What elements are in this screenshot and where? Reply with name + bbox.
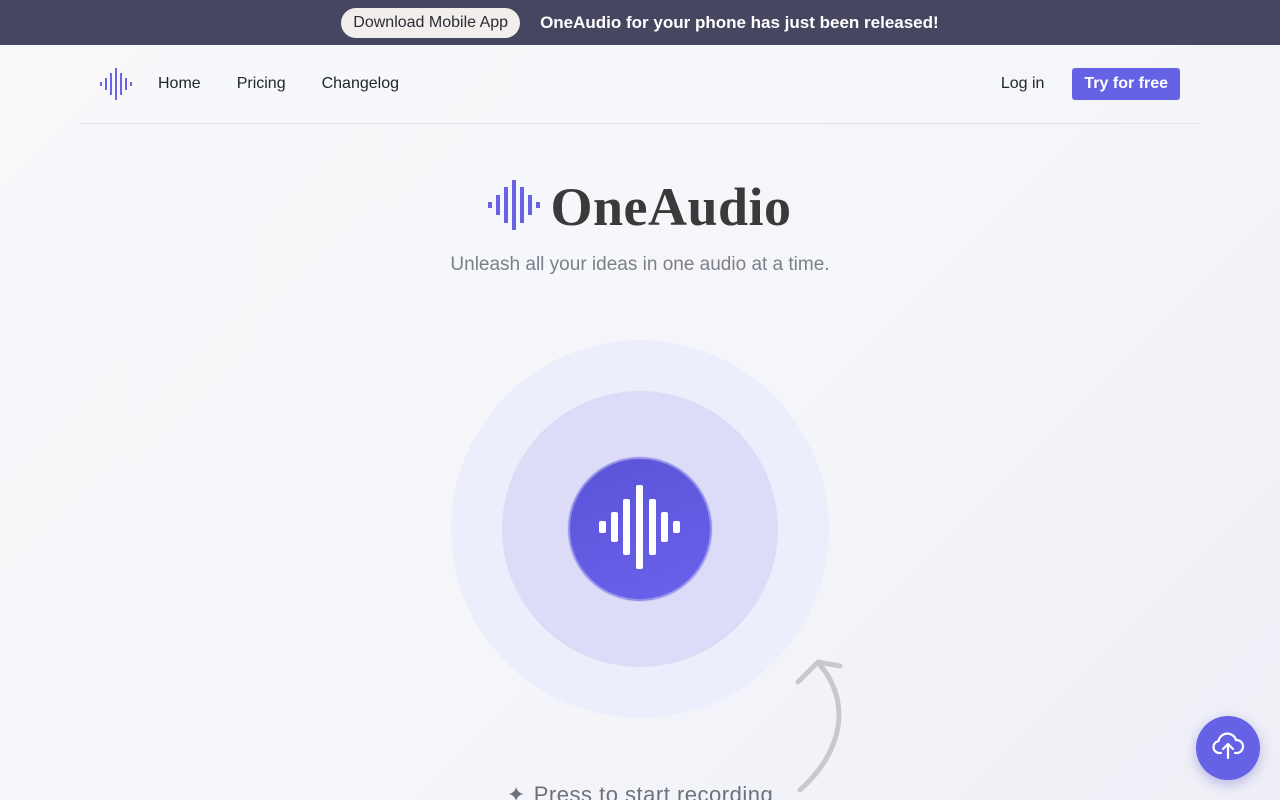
recording-hint-text: Press to start recording xyxy=(533,782,774,800)
login-link[interactable]: Log in xyxy=(1001,75,1045,93)
top-nav: Home Pricing Changelog Log in Try for fr… xyxy=(80,45,1200,124)
try-for-free-button[interactable]: Try for free xyxy=(1072,68,1180,100)
hero-subtitle: Unleash all your ideas in one audio at a… xyxy=(450,254,830,275)
nav-links: Home Pricing Changelog xyxy=(158,75,399,93)
upload-button[interactable] xyxy=(1196,716,1260,780)
sparkle-icon: ✦ xyxy=(506,782,526,800)
announcement-bar: Download Mobile App OneAudio for your ph… xyxy=(0,0,1280,45)
hero-title: OneAudio xyxy=(0,176,1280,238)
nav-link-changelog[interactable]: Changelog xyxy=(322,75,399,93)
record-button[interactable] xyxy=(568,457,712,601)
nav-actions: Log in Try for free xyxy=(1001,68,1180,100)
announcement-message: OneAudio for your phone has just been re… xyxy=(540,12,939,32)
recording-hint: ✦ Press to start recording xyxy=(0,782,1280,800)
upload-cloud-icon xyxy=(1212,732,1245,765)
page: Download Mobile App OneAudio for your ph… xyxy=(0,0,1280,800)
curved-arrow-icon xyxy=(795,659,843,793)
waveform-icon xyxy=(598,484,682,574)
nav-link-pricing[interactable]: Pricing xyxy=(237,75,286,93)
nav-link-home[interactable]: Home xyxy=(158,75,201,93)
waveform-icon[interactable] xyxy=(98,66,134,102)
download-mobile-app-button[interactable]: Download Mobile App xyxy=(341,7,521,38)
brand-title: OneAudio xyxy=(550,177,792,237)
waveform-icon xyxy=(488,179,541,235)
